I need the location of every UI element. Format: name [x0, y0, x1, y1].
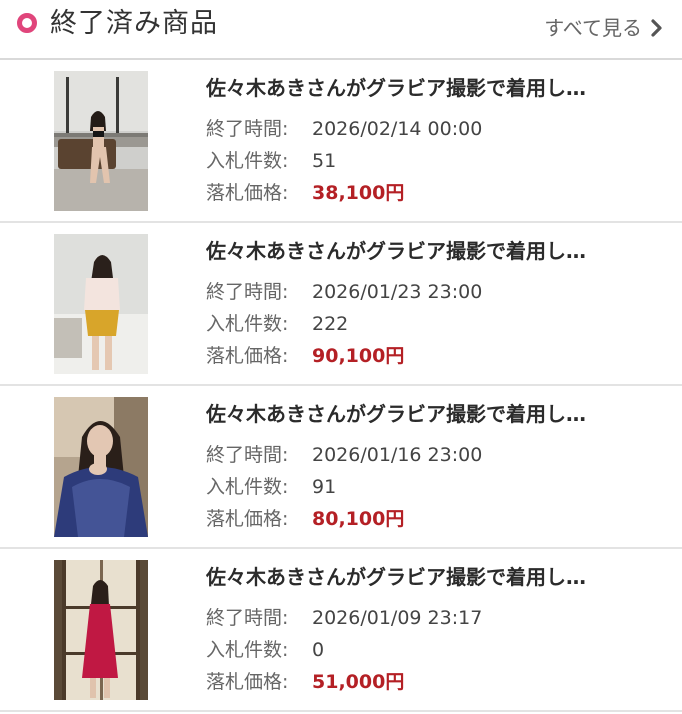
bid-count-label: 入札件数:	[206, 313, 289, 335]
bid-count-value: 51	[312, 150, 337, 172]
bid-count-value: 222	[312, 313, 349, 335]
section-title: 終了済み商品	[50, 8, 218, 39]
header-bullet-icon	[17, 13, 37, 33]
winning-price-label: 落札価格:	[206, 182, 289, 204]
ended-item[interactable]: 佐々木あきさんがグラビア撮影で着用し… 終了時間: 2026/01/09 23:1…	[0, 549, 682, 712]
end-time-row: 終了時間: 2026/01/23 23:00	[206, 278, 482, 306]
bid-count-row: 入札件数: 51	[206, 147, 336, 175]
end-time-label: 終了時間:	[206, 444, 289, 466]
end-time-value: 2026/01/16 23:00	[312, 444, 483, 466]
winning-price-row: 落札価格: 38,100円	[206, 179, 404, 207]
ended-item[interactable]: 佐々木あきさんがグラビア撮影で着用し… 終了時間: 2026/01/23 23:0…	[0, 223, 682, 386]
end-time-row: 終了時間: 2026/01/16 23:00	[206, 441, 482, 469]
bid-count-value: 91	[312, 476, 337, 498]
bid-count-row: 入札件数: 0	[206, 636, 324, 664]
winning-price-label: 落札価格:	[206, 345, 289, 367]
item-title[interactable]: 佐々木あきさんがグラビア撮影で着用し…	[206, 236, 586, 266]
end-time-label: 終了時間:	[206, 118, 289, 140]
item-thumbnail[interactable]	[54, 397, 148, 537]
winning-price-value: 51,000円	[312, 671, 405, 693]
ended-item[interactable]: 佐々木あきさんがグラビア撮影で着用し… 終了時間: 2026/02/14 00:0…	[0, 60, 682, 223]
see-all-link[interactable]: すべて見る	[544, 14, 666, 42]
item-thumbnail[interactable]	[54, 560, 148, 700]
bid-count-label: 入札件数:	[206, 150, 289, 172]
end-time-value: 2026/01/09 23:17	[312, 607, 483, 629]
bid-count-row: 入札件数: 91	[206, 473, 336, 501]
item-title[interactable]: 佐々木あきさんがグラビア撮影で着用し…	[206, 562, 586, 592]
end-time-value: 2026/01/23 23:00	[312, 281, 483, 303]
item-title[interactable]: 佐々木あきさんがグラビア撮影で着用し…	[206, 73, 586, 103]
bid-count-label: 入札件数:	[206, 476, 289, 498]
winning-price-value: 38,100円	[312, 182, 405, 204]
end-time-label: 終了時間:	[206, 281, 289, 303]
winning-price-value: 90,100円	[312, 345, 405, 367]
item-title[interactable]: 佐々木あきさんがグラビア撮影で着用し…	[206, 399, 586, 429]
see-all-label: すべて見る	[544, 16, 642, 40]
end-time-value: 2026/02/14 00:00	[312, 118, 483, 140]
end-time-row: 終了時間: 2026/01/09 23:17	[206, 604, 482, 632]
winning-price-row: 落札価格: 80,100円	[206, 505, 404, 533]
winning-price-value: 80,100円	[312, 508, 405, 530]
bid-count-label: 入札件数:	[206, 639, 289, 661]
end-time-row: 終了時間: 2026/02/14 00:00	[206, 115, 482, 143]
item-thumbnail[interactable]	[54, 71, 148, 211]
chevron-right-icon	[651, 19, 662, 37]
bid-count-row: 入札件数: 222	[206, 310, 348, 338]
winning-price-row: 落札価格: 90,100円	[206, 342, 404, 370]
item-thumbnail[interactable]	[54, 234, 148, 374]
winning-price-row: 落札価格: 51,000円	[206, 668, 404, 696]
winning-price-label: 落札価格:	[206, 671, 289, 693]
ended-item[interactable]: 佐々木あきさんがグラビア撮影で着用し… 終了時間: 2026/01/16 23:0…	[0, 386, 682, 549]
ended-items-header: 終了済み商品 すべて見る	[0, 0, 682, 60]
bid-count-value: 0	[312, 639, 325, 661]
end-time-label: 終了時間:	[206, 607, 289, 629]
winning-price-label: 落札価格:	[206, 508, 289, 530]
